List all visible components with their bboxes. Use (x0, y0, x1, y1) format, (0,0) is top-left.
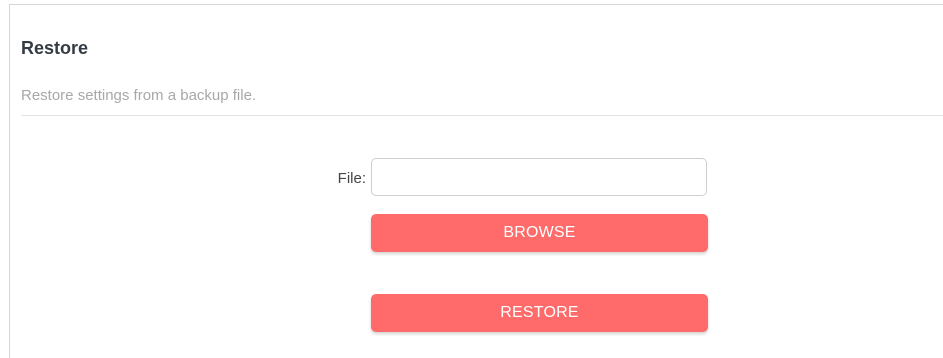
file-input[interactable] (371, 158, 707, 196)
file-label: File: (337, 170, 366, 187)
section-description: Restore settings from a backup file. (21, 87, 257, 104)
restore-panel: Restore Restore settings from a backup f… (9, 4, 943, 358)
browse-button[interactable]: BROWSE (371, 214, 708, 252)
section-title: Restore (21, 38, 89, 58)
section-divider (21, 115, 943, 116)
restore-button[interactable]: RESTORE (371, 294, 708, 332)
